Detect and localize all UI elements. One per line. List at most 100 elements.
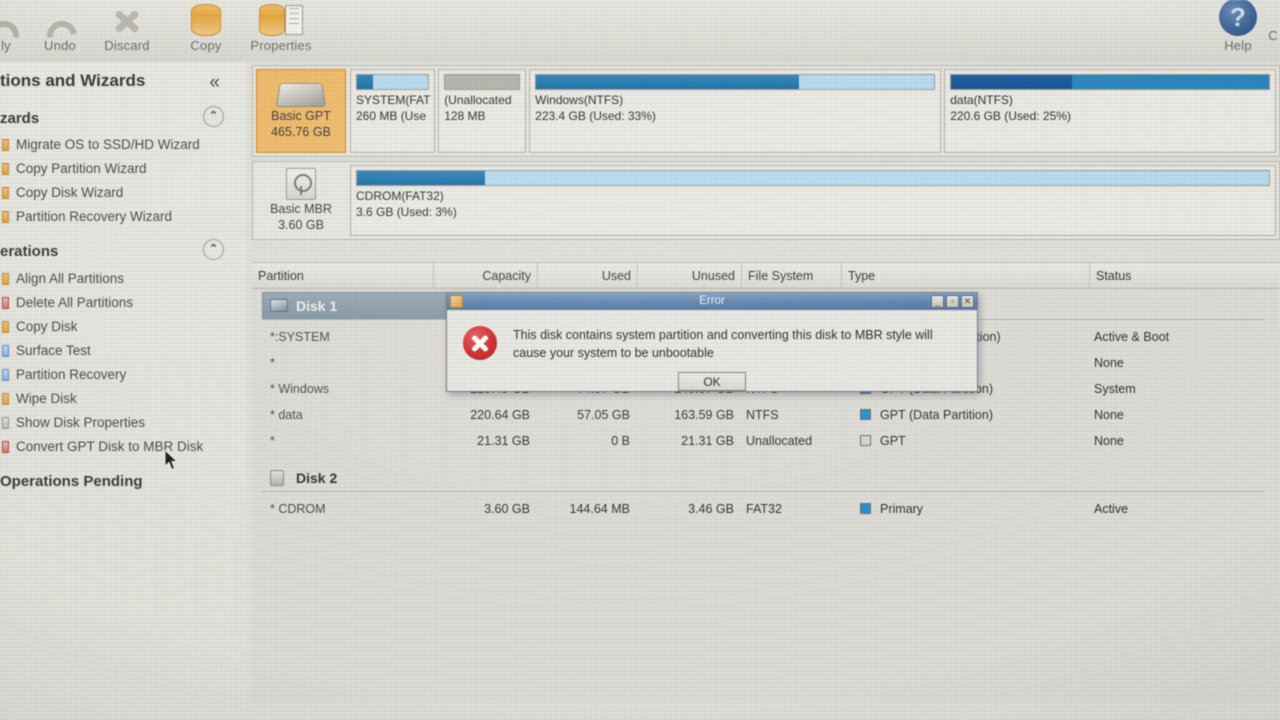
row-filesystem: Unallocated <box>746 434 813 448</box>
column-header-type[interactable]: Type <box>842 263 1090 289</box>
chevron-up-icon-operations[interactable]: ⌃ <box>203 239 224 260</box>
close-icon[interactable]: ✕ <box>961 295 974 308</box>
sidebar-item-migrate-os[interactable]: Migrate OS to SSD/HD Wizard <box>0 133 246 157</box>
column-header-used[interactable]: Used <box>538 263 638 289</box>
type-swatch-icon <box>860 409 871 420</box>
partition-size: 128 MB <box>444 108 486 123</box>
disk1-partition-unallocated[interactable]: (Unallocated 128 MB <box>438 69 527 153</box>
disk2-size-label: 3.60 GB <box>278 217 324 232</box>
dialog-title: Error <box>699 295 725 307</box>
row-status: Active <box>1094 502 1129 516</box>
screen-photo: ly Undo Discard Copy Properties ? Help C… <box>0 0 1280 720</box>
sidebar-item-label: Partition Recovery Wizard <box>16 209 173 224</box>
sidebar-item-label: Align All Partitions <box>16 271 125 286</box>
row-partition: * CDROM <box>270 502 326 516</box>
row-capacity: 220.64 GB <box>470 408 530 422</box>
disk1-partition-data[interactable]: data(NTFS) 220.6 GB (Used: 25%) <box>944 69 1276 153</box>
disk2-header[interactable]: Basic MBR 3.60 GB <box>256 165 346 236</box>
sidebar-item-delete-all-partitions[interactable]: Delete All Partitions <box>0 291 246 315</box>
disk-map-disk2[interactable]: Basic MBR 3.60 GB CDROM(FAT32) 3.6 GB (U… <box>252 161 1280 240</box>
chevron-up-icon-wizards[interactable]: ⌃ <box>203 106 224 127</box>
app-icon <box>450 295 463 308</box>
toolbar-button-properties[interactable]: Properties <box>233 2 329 58</box>
row-partition: * <box>270 356 275 370</box>
partition-size: 260 MB (Use <box>356 108 427 123</box>
column-header-status[interactable]: Status <box>1090 263 1280 289</box>
column-header-filesystem[interactable]: File System <box>742 263 842 289</box>
row-status: None <box>1094 408 1124 422</box>
sidebar-collapse-icon[interactable]: « <box>209 73 220 92</box>
sidebar-item-convert-gpt-to-mbr[interactable]: Convert GPT Disk to MBR Disk <box>0 435 246 459</box>
partition-size: 3.6 GB (Used: 3%) <box>356 204 457 219</box>
row-partition: * Windows <box>270 382 330 396</box>
bullet-icon <box>2 369 9 381</box>
error-dialog[interactable]: Error _ ▫ ✕ This disk contains system pa… <box>446 292 978 392</box>
sidebar-item-label: Partition Recovery <box>16 367 127 382</box>
column-header-capacity[interactable]: Capacity <box>434 263 538 289</box>
row-filesystem: FAT32 <box>746 502 782 516</box>
sidebar-item-copy-disk-wizard[interactable]: Copy Disk Wizard <box>0 181 246 205</box>
bullet-icon <box>2 441 9 453</box>
disk1-partition-windows[interactable]: Windows(NTFS) 223.4 GB (Used: 33%) <box>529 69 942 153</box>
sidebar-item-wipe-disk[interactable]: Wipe Disk <box>0 387 246 411</box>
dialog-message: This disk contains system partition and … <box>513 328 933 361</box>
cdrom-icon <box>270 470 284 486</box>
sidebar-item-copy-partition-wizard[interactable]: Copy Partition Wizard <box>0 157 246 181</box>
bullet-icon <box>2 187 9 199</box>
table-row[interactable]: * 21.31 GB 0 B 21.31 GB Unallocated GPT … <box>252 428 1280 454</box>
maximize-button[interactable]: ▫ <box>946 295 959 308</box>
sidebar-item-label: Copy Disk <box>16 319 78 334</box>
sidebar-group-wizards: zards ⌃ <box>0 106 246 132</box>
sidebar-item-surface-test[interactable]: Surface Test <box>0 339 246 363</box>
partition-label: CDROM(FAT32) <box>356 189 444 203</box>
table-row[interactable]: * CDROM 3.60 GB 144.64 MB 3.46 GB FAT32 … <box>252 496 1280 522</box>
dialog-titlebar[interactable]: Error _ ▫ ✕ <box>447 293 977 310</box>
partition-size: 220.6 GB (Used: 25%) <box>950 108 1071 123</box>
sidebar-item-show-disk-properties[interactable]: Show Disk Properties <box>0 411 246 435</box>
disk1-partition-bars: SYSTEM(FAT 260 MB (Use (Unallocated 128 … <box>346 69 1276 153</box>
row-status: None <box>1094 356 1124 370</box>
sidebar-item-label: Copy Partition Wizard <box>16 161 147 176</box>
row-unused: 3.46 GB <box>688 502 734 516</box>
table-row[interactable]: * data 220.64 GB 57.05 GB 163.59 GB NTFS… <box>252 402 1280 428</box>
disk1-header[interactable]: Basic GPT 465.76 GB <box>256 69 346 153</box>
toolbar-label-far-right: C <box>1268 28 1278 43</box>
sidebar-item-copy-disk[interactable]: Copy Disk <box>0 315 246 339</box>
cdrom-icon <box>286 167 316 200</box>
table-group-disk2[interactable]: Disk 2 <box>262 464 1272 492</box>
usage-bar <box>950 74 1270 90</box>
sidebar-item-partition-recovery[interactable]: Partition Recovery <box>0 363 246 387</box>
disk1-type-label: Basic GPT <box>271 109 331 124</box>
bullet-icon <box>2 139 9 151</box>
sidebar-item-label: Wipe Disk <box>16 391 77 406</box>
row-used: 0 B <box>611 434 630 448</box>
disk2-partition-cdrom[interactable]: CDROM(FAT32) 3.6 GB (Used: 3%) <box>350 165 1276 236</box>
row-status: Active & Boot <box>1094 330 1170 344</box>
table-header-row: Partition Capacity Used Unused File Syst… <box>252 262 1280 289</box>
partition-label: SYSTEM(FAT <box>356 93 431 107</box>
column-header-partition[interactable]: Partition <box>252 263 434 289</box>
error-icon <box>463 326 497 360</box>
row-status: System <box>1094 382 1136 396</box>
sidebar-group-operations: erations ⌃ <box>0 239 246 265</box>
ok-button[interactable]: OK <box>678 372 746 391</box>
row-type: GPT (Data Partition) <box>880 408 994 422</box>
operations-pending-title: Operations Pending <box>0 473 143 490</box>
disk1-partition-system[interactable]: SYSTEM(FAT 260 MB (Use <box>350 69 436 153</box>
partition-label: (Unallocated <box>444 93 512 107</box>
toolbar: ly Undo Discard Copy Properties ? Help C <box>0 0 1280 62</box>
disk2-type-label: Basic MBR <box>270 201 332 216</box>
disk-map-disk1[interactable]: Basic GPT 465.76 GB SYSTEM(FAT 260 MB (U… <box>252 65 1280 157</box>
partition-label: data(NTFS) <box>950 93 1013 107</box>
bullet-icon <box>2 321 9 333</box>
usage-bar <box>356 74 430 90</box>
column-header-unused[interactable]: Unused <box>638 263 742 289</box>
row-used: 144.64 MB <box>569 502 630 516</box>
usage-bar <box>444 74 521 90</box>
row-filesystem: NTFS <box>746 408 779 422</box>
sidebar-item-partition-recovery-wizard[interactable]: Partition Recovery Wizard <box>0 205 246 229</box>
minimize-button[interactable]: _ <box>931 295 944 308</box>
toolbar-label-properties: Properties <box>250 38 312 53</box>
type-swatch-icon <box>860 435 871 446</box>
sidebar-item-align-all-partitions[interactable]: Align All Partitions <box>0 267 246 291</box>
